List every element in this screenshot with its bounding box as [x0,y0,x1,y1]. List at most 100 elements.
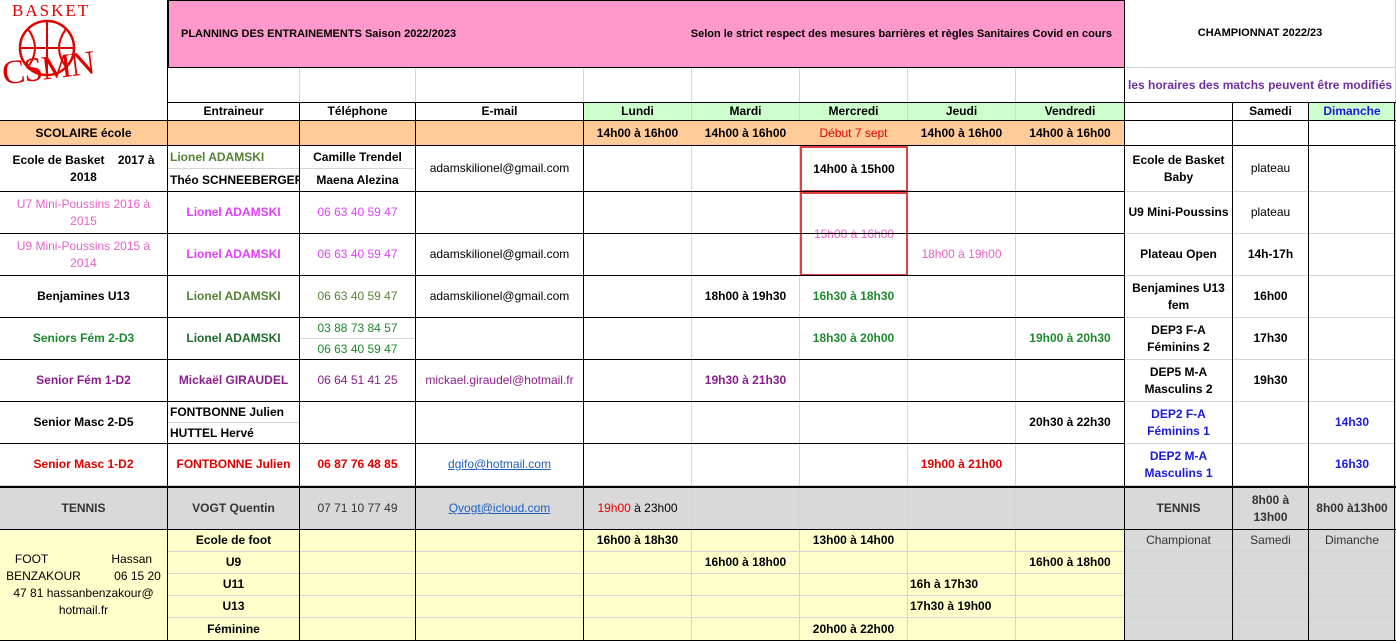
champ-sf1: DEP5 M-A Masculins 2 [1125,360,1233,402]
border-line [0,443,1125,444]
page-title: PLANNING DES ENTRAINEMENTS Saison 2022/2… [181,27,457,40]
coach-ecole-2: Théo SCHNEEBERGER [168,169,300,192]
border-line [1394,103,1395,641]
champ-sm1: DEP2 M-A Masculins 1 [1125,444,1233,486]
tennis-champ-label: TENNIS [1125,488,1233,530]
border-line [0,486,1396,488]
row-label-sf2: Seniors Fém 2-D3 [0,318,168,360]
champ-sm2: DEP2 F-A Féminins 1 [1125,402,1233,444]
foot-row-label-4: Féminine [168,618,300,641]
email-sf1: mickael.giraudel@hotmail.fr [416,360,584,402]
foot-u9-mardi: 16h00 à 18h00 [692,552,800,574]
tennis-sub-dimanche: Dimanche [1309,530,1396,552]
samedi-ecole: plateau [1233,146,1309,192]
email-link-sm1[interactable]: dgifo@hotmail.com [448,456,551,473]
border-line [415,103,416,641]
foot-row-label-2: U11 [168,574,300,596]
dimanche-sm1: 16h30 [1309,444,1396,486]
tennis-label: TENNIS [0,488,168,530]
scolaire-mercredi: Début 7 sept [800,121,908,146]
phone-sf2-2: 06 63 40 59 47 [300,339,416,360]
row-label-ecole: Ecole de Basket 2017 à 2018 [0,146,168,192]
phone-u7: 06 63 40 59 47 [300,192,416,234]
row-label-sm2: Senior Masc 2-D5 [0,402,168,444]
sf2-vendredi: 19h00 à 20h30 [1016,318,1125,360]
samedi-u9: 14h-17h [1233,234,1309,276]
logo-bottom-text: CSMN [0,44,97,93]
border-line [0,401,1125,402]
sf1-mardi: 19h30 à 21h30 [692,360,800,402]
phone-u13: 06 63 40 59 47 [300,276,416,318]
foot-row-label-0: Ecole de foot [168,530,300,552]
border-line [0,145,1396,146]
border-line [299,103,300,641]
border-line [0,359,1125,360]
u13-mardi: 18h00 à 19h30 [692,276,800,318]
row-label-u13: Benjamines U13 [0,276,168,318]
tennis-lundi-end: à 23h00 [630,501,678,515]
header-banner: PLANNING DES ENTRAINEMENTS Saison 2022/2… [168,0,1125,68]
tennis-samedi: 8h00 à 13h00 [1233,488,1309,530]
email-u13: adamskilionel@gmail.com [416,276,584,318]
border-line [0,529,1396,530]
border-line [1308,103,1309,641]
col-header-telephone: Téléphone [300,103,416,121]
col-header-samedi: Samedi [1233,103,1309,121]
logo-top-text: BASKET [12,1,91,20]
champ-u9: Plateau Open [1125,234,1233,276]
foot-u13-jeudi: 17h30 à 19h00 [908,596,1016,618]
dimanche-sm2: 14h30 [1309,402,1396,444]
covid-note: Selon le strict respect des mesures barr… [690,27,1112,40]
col-header-email: E-mail [416,103,584,121]
tennis-sub-samedi: Samedi [1233,530,1309,552]
tennis-dimanche: 8h00 à13h00 [1309,488,1396,530]
border-line [0,317,1125,318]
foot-row-label-1: U9 [168,552,300,574]
foot-u11-jeudi: 16h à 17h30 [908,574,1016,596]
tennis-phone: 07 71 10 77 49 [300,488,416,530]
match-times-note: les horaires des matchs peuvent être mod… [1125,68,1396,103]
u9-jeudi: 18h00 à 19h00 [908,234,1016,276]
border-line [1124,0,1125,641]
phone-sf2-1: 03 88 73 84 57 [300,318,416,339]
tennis-coach: VOGT Quentin [168,488,300,530]
border-line [0,233,1125,234]
coach-u13: Lionel ADAMSKI [168,276,300,318]
email-ecole: adamskilionel@gmail.com [416,146,584,192]
coach-sf2: Lionel ADAMSKI [168,318,300,360]
phone-sm1: 06 87 76 48 85 [300,444,416,486]
scolaire-jeudi: 14h00 à 16h00 [908,121,1016,146]
foot-ecole-lundi: 16h00 à 18h30 [584,530,692,552]
col-header-mardi: Mardi [692,103,800,121]
phone-sf1: 06 64 51 41 25 [300,360,416,402]
phone-ecole-1: Camille Trendel [300,146,416,169]
samedi-u13: 16h00 [1233,276,1309,318]
coach-sm2-1: FONTBONNE Julien [168,402,300,423]
champ-ecole: Ecole de Basket Baby [1125,146,1233,192]
border-line [0,275,1125,276]
samedi-sf2: 17h30 [1233,318,1309,360]
scolaire-label: SCOLAIRE école [0,121,168,146]
champ-sf2: DEP3 F-A Féminins 2 [1125,318,1233,360]
row-label-u7: U7 Mini-Poussins 2016 à 2015 [0,192,168,234]
championnat-title: CHAMPIONNAT 2022/23 [1125,0,1396,68]
border-line [168,102,1396,103]
border-line [583,103,584,641]
ecole-mercredi: 14h00 à 15h00 [800,146,908,192]
col-header-entraineur: Entraineur [168,103,300,121]
coach-u7: Lionel ADAMSKI [168,192,300,234]
row-label-u9: U9 Mini-Poussins 2015 à 2014 [0,234,168,276]
phone-u9: 06 63 40 59 47 [300,234,416,276]
foot-contact: FOOT Hassan BENZAKOUR 06 15 20 47 81 has… [0,530,168,641]
border-line [0,120,1396,121]
sf2-mercredi: 18h30 à 20h00 [800,318,908,360]
scolaire-mardi: 14h00 à 16h00 [692,121,800,146]
border-line [0,191,1125,192]
border-line [1232,103,1233,641]
tennis-email-link[interactable]: Qvogt@icloud.com [449,500,551,517]
email-u9: adamskilionel@gmail.com [416,234,584,276]
foot-u9-vendredi: 16h00 à 18h00 [1016,552,1125,574]
champ-u13: Benjamines U13 fem [1125,276,1233,318]
foot-row-label-3: U13 [168,596,300,618]
logo-cell: BASKET CSMN [0,0,168,103]
